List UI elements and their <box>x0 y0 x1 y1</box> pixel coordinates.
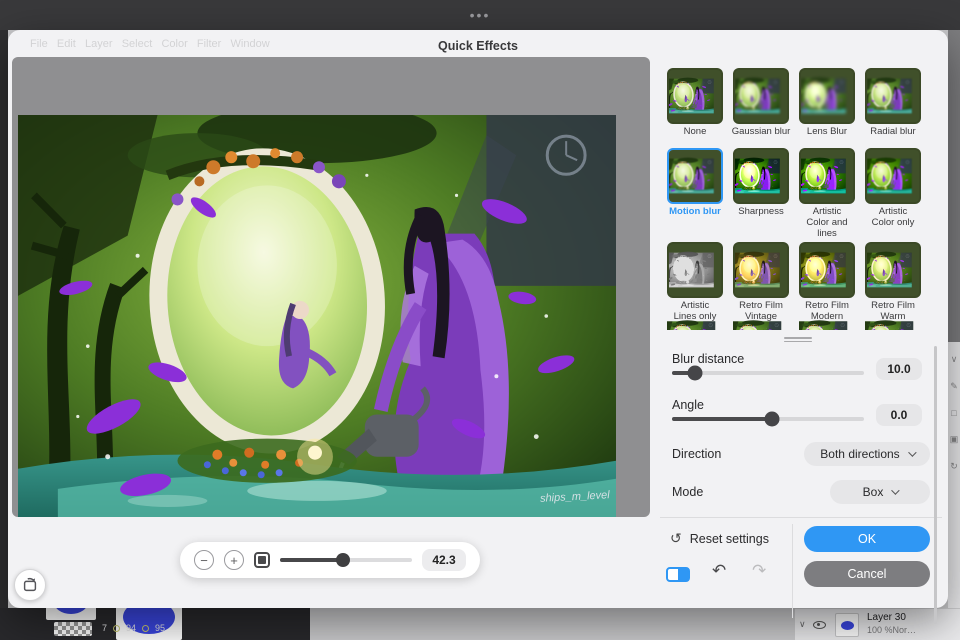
pencil-icon[interactable]: ✎ <box>950 381 958 392</box>
undo-button[interactable]: ↶ <box>712 561 726 581</box>
zoom-slider[interactable] <box>280 558 412 562</box>
preview-compare-toggle[interactable] <box>666 567 690 582</box>
chevron-down-icon[interactable]: ∨ <box>799 619 806 630</box>
effect-retro-film-warm[interactable]: Retro Film Warm <box>862 242 924 322</box>
grid-resize-handle[interactable] <box>784 335 812 343</box>
square-icon[interactable]: □ <box>951 408 956 418</box>
angle-slider[interactable] <box>672 417 864 421</box>
effect-retro-film-modern[interactable]: Retro Film Modern <box>796 242 858 322</box>
preview-image[interactable] <box>18 115 616 517</box>
mode-dropdown[interactable]: Box <box>830 480 930 504</box>
side-toolbar: ∨ ✎ □ ▣ ↻ <box>948 342 960 608</box>
direction-dropdown[interactable]: Both directions <box>804 442 930 466</box>
preview-area: ships_m_level <box>12 57 650 517</box>
effect-partial[interactable] <box>730 312 792 330</box>
effect-artistic-lines-only[interactable]: Artistic Lines only <box>664 242 726 322</box>
system-titlebar: ••• <box>0 0 960 30</box>
background-bottom-strip: 7 94 95 ∨ Layer 30 100 %Nor… <box>0 608 960 640</box>
zoom-value[interactable]: 42.3 <box>422 549 466 571</box>
effect-lens-blur[interactable]: Lens Blur <box>796 68 858 146</box>
fit-to-screen-button[interactable] <box>254 552 270 568</box>
angle-slider-knob[interactable] <box>764 412 779 427</box>
dialog-title: Quick Effects <box>8 39 948 53</box>
layer-name[interactable]: Layer 30 <box>867 612 906 623</box>
footer-divider <box>660 517 942 518</box>
flip-view-icon <box>21 576 39 594</box>
layer-thumbnail[interactable] <box>835 613 859 637</box>
chevron-down-icon[interactable]: ∨ <box>951 354 958 365</box>
layers-panel-dark: 7 94 95 <box>0 608 310 640</box>
reset-icon: ↺ <box>670 530 682 547</box>
effect-gaussian-blur[interactable]: Gaussian blur <box>730 68 792 146</box>
effects-grid-partial-row <box>664 312 932 330</box>
redo-button[interactable]: ↷ <box>752 561 766 581</box>
background-right-strip <box>948 30 960 342</box>
mode-label: Mode <box>672 485 703 499</box>
fill-square-icon[interactable]: ▣ <box>950 434 959 445</box>
layer-number: 95 <box>155 623 165 633</box>
quick-effects-dialog: File Edit Layer Select Color Filter Wind… <box>8 30 948 608</box>
effect-motion-blur[interactable]: Motion blur <box>664 148 726 240</box>
effect-sharpness[interactable]: Sharpness <box>730 148 792 240</box>
blur-distance-slider[interactable] <box>672 371 864 375</box>
reset-settings-label: Reset settings <box>690 532 769 546</box>
effect-partial[interactable] <box>862 312 924 330</box>
effect-partial[interactable] <box>664 312 726 330</box>
layer-blend-mode[interactable]: 100 %Nor… <box>867 625 916 635</box>
effect-artistic-color-only[interactable]: Artistic Color only <box>862 148 924 240</box>
ok-button[interactable]: OK <box>804 526 930 552</box>
transparency-thumbnail[interactable] <box>54 622 92 636</box>
effects-grid: None Gaussian blur Lens Blur Radial blur… <box>664 68 932 322</box>
layer-number: 94 <box>126 623 136 633</box>
zoom-out-button[interactable]: − <box>194 550 214 570</box>
layer-visibility-eye-icon[interactable] <box>813 621 826 629</box>
layer-values[interactable]: 7 94 95 <box>102 623 165 633</box>
chevron-down-icon <box>908 448 916 456</box>
layer-number: 7 <box>102 623 107 633</box>
rotate-icon[interactable]: ↻ <box>950 461 958 472</box>
zoom-in-button[interactable]: + <box>224 550 244 570</box>
effect-none[interactable]: None <box>664 68 726 146</box>
settings-scrollbar[interactable] <box>934 346 937 624</box>
blur-distance-slider-knob[interactable] <box>688 366 703 381</box>
zoom-slider-knob[interactable] <box>336 553 350 567</box>
blur-distance-label: Blur distance <box>672 352 744 366</box>
direction-dropdown-value: Both directions <box>820 447 899 461</box>
effect-partial[interactable] <box>796 312 858 330</box>
cancel-button[interactable]: Cancel <box>804 561 930 587</box>
flip-view-button[interactable] <box>14 569 46 601</box>
mode-dropdown-value: Box <box>863 485 884 499</box>
zoom-toolbar: − + 42.3 <box>180 542 480 578</box>
blur-distance-value[interactable]: 10.0 <box>876 358 922 380</box>
reset-settings-button[interactable]: ↺ Reset settings <box>670 530 769 547</box>
window-handle-dots[interactable]: ••• <box>470 7 491 23</box>
effect-artistic-color-and-lines[interactable]: Artistic Color and lines <box>796 148 858 240</box>
footer-vertical-divider <box>792 524 793 618</box>
chevron-down-icon <box>892 486 900 494</box>
layer-thumbnail[interactable] <box>46 608 96 620</box>
effect-retro-film-vintage[interactable]: Retro Film Vintage <box>730 242 792 322</box>
background-canvas-strip <box>310 608 795 640</box>
effect-radial-blur[interactable]: Radial blur <box>862 68 924 146</box>
angle-label: Angle <box>672 398 704 412</box>
direction-label: Direction <box>672 447 721 461</box>
layer-dot-icon <box>142 625 149 632</box>
background-left-strip <box>0 30 8 640</box>
angle-value[interactable]: 0.0 <box>876 404 922 426</box>
layer-dot-icon <box>113 625 120 632</box>
